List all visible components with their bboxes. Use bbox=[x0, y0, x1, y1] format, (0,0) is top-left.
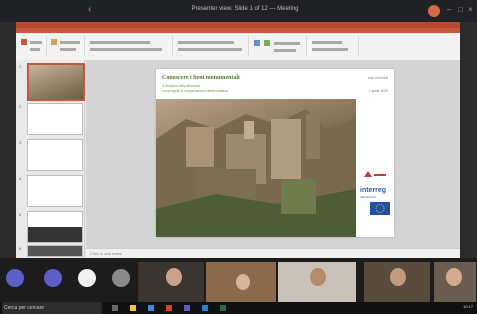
meeting-top-bar: ‹ Presenter view: Slide 1 of 12 — Meetin… bbox=[0, 0, 477, 22]
excel-icon[interactable] bbox=[220, 305, 226, 311]
edge-icon[interactable] bbox=[148, 305, 154, 311]
participant-video bbox=[310, 268, 326, 286]
interreg-logo-text: interreg bbox=[360, 187, 387, 194]
file-explorer-icon[interactable] bbox=[130, 305, 136, 311]
eu-flag-icon bbox=[370, 202, 390, 215]
slide-thumbnail[interactable] bbox=[27, 211, 83, 243]
task-view-icon[interactable] bbox=[112, 305, 118, 311]
slide-author: Ivan Antonelli bbox=[367, 76, 388, 80]
shapes-icon[interactable] bbox=[254, 40, 260, 46]
castle-illustration bbox=[156, 109, 356, 237]
slide-title: Conoscere i beni monumentali bbox=[162, 75, 240, 81]
thumb-number: 2 bbox=[19, 104, 22, 109]
partner-logo bbox=[364, 171, 386, 177]
thumb-number: 4 bbox=[19, 176, 22, 181]
participant-video bbox=[236, 274, 250, 290]
slide-subtitle-line: con progetti di cooperazione transfronta… bbox=[162, 89, 229, 93]
mic-icon[interactable] bbox=[6, 269, 24, 287]
participant-video bbox=[166, 268, 182, 286]
avatar[interactable] bbox=[428, 5, 440, 17]
chevron-left-icon[interactable]: ‹ bbox=[88, 4, 91, 15]
participant-tile[interactable] bbox=[278, 262, 356, 302]
slide-canvas[interactable]: Conoscere i beni monumentali Il recupero… bbox=[86, 60, 460, 248]
ribbon-group-font[interactable] bbox=[86, 36, 173, 56]
slide-date: 7 aprile 2020 bbox=[368, 89, 388, 93]
slide-thumbnail[interactable] bbox=[27, 63, 85, 101]
close-icon[interactable]: × bbox=[468, 5, 473, 14]
slide-thumbnail[interactable] bbox=[27, 245, 83, 257]
current-slide[interactable]: Conoscere i beni monumentali Il recupero… bbox=[156, 69, 394, 237]
participant-tile[interactable] bbox=[206, 262, 276, 302]
taskbar-search-placeholder: Cerca per cercare bbox=[4, 305, 45, 311]
thumb-number: 3 bbox=[19, 140, 22, 145]
participant-tile[interactable] bbox=[364, 262, 430, 302]
maximize-icon[interactable]: □ bbox=[458, 5, 463, 14]
castle-photo bbox=[156, 99, 356, 237]
share-icon[interactable] bbox=[78, 269, 96, 287]
slide-thumbnail[interactable] bbox=[27, 175, 83, 207]
window-title: Presenter view: Slide 1 of 12 — Meeting bbox=[191, 6, 299, 12]
slide-thumbnail[interactable] bbox=[27, 103, 83, 135]
powerpoint-window: 1 2 3 4 5 6 Conoscere i beni monumentali… bbox=[16, 22, 460, 259]
minimize-icon[interactable]: – bbox=[447, 5, 451, 14]
ppt-ribbon bbox=[16, 33, 460, 61]
teams-icon[interactable] bbox=[184, 305, 190, 311]
ribbon-group-drawing[interactable] bbox=[250, 36, 307, 56]
ribbon-group-clipboard[interactable] bbox=[18, 36, 47, 56]
ribbon-group-paragraph[interactable] bbox=[174, 36, 249, 56]
paste-icon[interactable] bbox=[21, 39, 27, 45]
notes-placeholder: Click to add notes bbox=[90, 251, 122, 256]
slide-thumbnail[interactable] bbox=[27, 139, 83, 171]
thumb-number: 6 bbox=[19, 246, 22, 251]
ribbon-group-editing[interactable] bbox=[308, 36, 359, 56]
interreg-logo-subtext: Italia-Svizzera bbox=[360, 196, 377, 199]
word-icon[interactable] bbox=[202, 305, 208, 311]
arrange-icon[interactable] bbox=[264, 40, 270, 46]
taskbar-clock: 10:17 bbox=[462, 304, 473, 309]
powerpoint-icon[interactable] bbox=[166, 305, 172, 311]
participant-tile[interactable] bbox=[434, 262, 476, 302]
ribbon-group-slides[interactable] bbox=[48, 36, 85, 56]
thumb-number: 5 bbox=[19, 212, 22, 217]
slide-thumbnail-pane: 1 2 3 4 5 6 bbox=[16, 60, 85, 258]
new-slide-icon[interactable] bbox=[51, 39, 57, 45]
participant-tile[interactable] bbox=[138, 262, 204, 302]
thumb-number: 1 bbox=[19, 64, 22, 69]
participant-video bbox=[446, 268, 462, 286]
participant-video bbox=[390, 268, 406, 286]
slide-subtitle-line: Il recupero del patrimonio bbox=[162, 84, 201, 88]
more-icon[interactable] bbox=[112, 269, 130, 287]
camera-icon[interactable] bbox=[44, 269, 62, 287]
